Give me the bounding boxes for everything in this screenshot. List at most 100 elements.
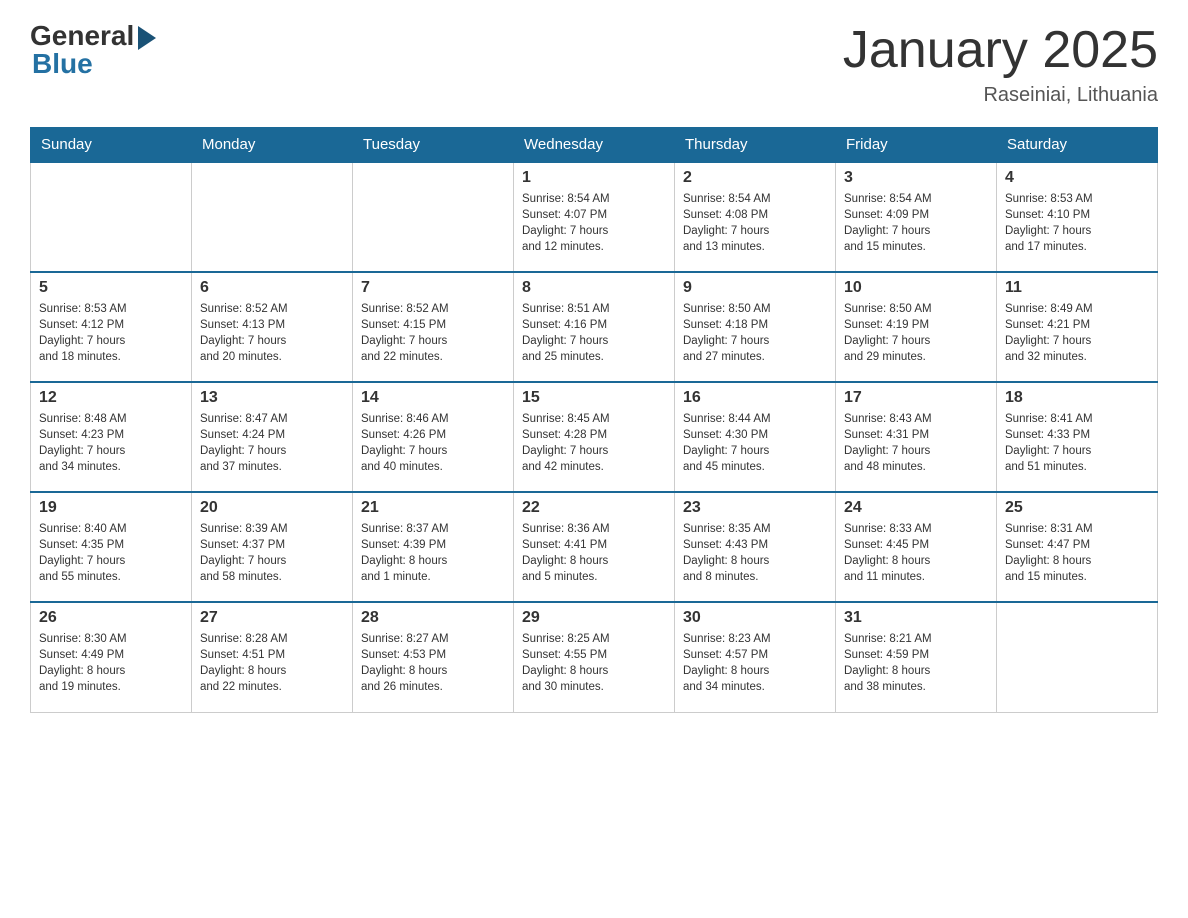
day-number: 18 [1005, 389, 1149, 407]
weekday-header-wednesday: Wednesday [514, 128, 675, 163]
day-number: 25 [1005, 499, 1149, 517]
calendar-cell: 25 Sunrise: 8:31 AMSunset: 4:47 PMDayligh… [997, 492, 1158, 602]
day-info: Sunrise: 8:52 AMSunset: 4:13 PMDaylight:… [200, 301, 344, 365]
day-info: Sunrise: 8:21 AMSunset: 4:59 PMDaylight:… [844, 631, 988, 695]
day-number: 30 [683, 609, 827, 627]
calendar-cell: 8 Sunrise: 8:51 AMSunset: 4:16 PMDaylight… [514, 272, 675, 382]
weekday-header-row: SundayMondayTuesdayWednesdayThursdayFrid… [31, 128, 1158, 163]
day-info: Sunrise: 8:50 AMSunset: 4:19 PMDaylight:… [844, 301, 988, 365]
day-number: 8 [522, 279, 666, 297]
day-number: 24 [844, 499, 988, 517]
day-number: 9 [683, 279, 827, 297]
logo-blue-text: Blue [32, 48, 93, 80]
day-number: 26 [39, 609, 183, 627]
calendar-cell: 21Sunrise: 8:37 AMSunset: 4:39 PMDayligh… [353, 492, 514, 602]
day-number: 27 [200, 609, 344, 627]
weekday-header-tuesday: Tuesday [353, 128, 514, 163]
calendar-cell: 1 Sunrise: 8:54 AMSunset: 4:07 PMDaylight… [514, 162, 675, 272]
weekday-header-friday: Friday [836, 128, 997, 163]
calendar-cell: 29 Sunrise: 8:25 AMSunset: 4:55 PMDayligh… [514, 602, 675, 712]
day-number: 4 [1005, 169, 1149, 187]
logo: General Blue [30, 20, 156, 80]
week-row-5: 26 Sunrise: 8:30 AMSunset: 4:49 PMDayligh… [31, 602, 1158, 712]
day-info: Sunrise: 8:33 AMSunset: 4:45 PMDaylight:… [844, 521, 988, 585]
day-number: 1 [522, 169, 666, 187]
day-info: Sunrise: 8:30 AMSunset: 4:49 PMDaylight:… [39, 631, 183, 695]
week-row-4: 19 Sunrise: 8:40 AMSunset: 4:35 PMDayligh… [31, 492, 1158, 602]
day-number: 7 [361, 279, 505, 297]
day-info: Sunrise: 8:52 AMSunset: 4:15 PMDaylight:… [361, 301, 505, 365]
day-number: 14 [361, 389, 505, 407]
calendar-cell: 18Sunrise: 8:41 AMSunset: 4:33 PMDayligh… [997, 382, 1158, 492]
day-info: Sunrise: 8:35 AMSunset: 4:43 PMDaylight:… [683, 521, 827, 585]
day-info: Sunrise: 8:28 AMSunset: 4:51 PMDaylight:… [200, 631, 344, 695]
calendar-cell: 12 Sunrise: 8:48 AMSunset: 4:23 PMDayligh… [31, 382, 192, 492]
week-row-3: 12 Sunrise: 8:48 AMSunset: 4:23 PMDayligh… [31, 382, 1158, 492]
day-number: 2 [683, 169, 827, 187]
weekday-header-thursday: Thursday [675, 128, 836, 163]
day-info: Sunrise: 8:36 AMSunset: 4:41 PMDaylight:… [522, 521, 666, 585]
day-info: Sunrise: 8:54 AMSunset: 4:07 PMDaylight:… [522, 191, 666, 255]
day-info: Sunrise: 8:49 AMSunset: 4:21 PMDaylight:… [1005, 301, 1149, 365]
month-title: January 2025 [843, 20, 1158, 80]
day-info: Sunrise: 8:47 AMSunset: 4:24 PMDaylight:… [200, 411, 344, 475]
day-number: 16 [683, 389, 827, 407]
location-text: Raseiniai, Lithuania [843, 84, 1158, 107]
day-number: 11 [1005, 279, 1149, 297]
calendar-cell [31, 162, 192, 272]
day-info: Sunrise: 8:39 AMSunset: 4:37 PMDaylight:… [200, 521, 344, 585]
day-info: Sunrise: 8:25 AMSunset: 4:55 PMDaylight:… [522, 631, 666, 695]
day-info: Sunrise: 8:23 AMSunset: 4:57 PMDaylight:… [683, 631, 827, 695]
calendar-cell: 28 Sunrise: 8:27 AMSunset: 4:53 PMDayligh… [353, 602, 514, 712]
day-number: 20 [200, 499, 344, 517]
day-number: 12 [39, 389, 183, 407]
calendar-cell [192, 162, 353, 272]
day-info: Sunrise: 8:53 AMSunset: 4:10 PMDaylight:… [1005, 191, 1149, 255]
day-number: 6 [200, 279, 344, 297]
day-number: 31 [844, 609, 988, 627]
calendar-cell: 15 Sunrise: 8:45 AMSunset: 4:28 PMDayligh… [514, 382, 675, 492]
calendar-cell [353, 162, 514, 272]
calendar-cell: 27 Sunrise: 8:28 AMSunset: 4:51 PMDayligh… [192, 602, 353, 712]
day-number: 22 [522, 499, 666, 517]
calendar-cell: 5Sunrise: 8:53 AMSunset: 4:12 PMDaylight… [31, 272, 192, 382]
calendar-cell: 7 Sunrise: 8:52 AMSunset: 4:15 PMDaylight… [353, 272, 514, 382]
day-info: Sunrise: 8:45 AMSunset: 4:28 PMDaylight:… [522, 411, 666, 475]
day-number: 28 [361, 609, 505, 627]
day-info: Sunrise: 8:43 AMSunset: 4:31 PMDaylight:… [844, 411, 988, 475]
calendar-cell: 16Sunrise: 8:44 AMSunset: 4:30 PMDayligh… [675, 382, 836, 492]
weekday-header-monday: Monday [192, 128, 353, 163]
day-info: Sunrise: 8:27 AMSunset: 4:53 PMDaylight:… [361, 631, 505, 695]
calendar-cell: 22 Sunrise: 8:36 AMSunset: 4:41 PMDayligh… [514, 492, 675, 602]
day-info: Sunrise: 8:37 AMSunset: 4:39 PMDaylight:… [361, 521, 505, 585]
calendar-cell: 17 Sunrise: 8:43 AMSunset: 4:31 PMDayligh… [836, 382, 997, 492]
week-row-1: 1 Sunrise: 8:54 AMSunset: 4:07 PMDaylight… [31, 162, 1158, 272]
day-info: Sunrise: 8:40 AMSunset: 4:35 PMDaylight:… [39, 521, 183, 585]
day-number: 19 [39, 499, 183, 517]
day-info: Sunrise: 8:48 AMSunset: 4:23 PMDaylight:… [39, 411, 183, 475]
calendar-cell: 31 Sunrise: 8:21 AMSunset: 4:59 PMDayligh… [836, 602, 997, 712]
calendar-cell: 3Sunrise: 8:54 AMSunset: 4:09 PMDaylight… [836, 162, 997, 272]
day-number: 10 [844, 279, 988, 297]
day-info: Sunrise: 8:54 AMSunset: 4:08 PMDaylight:… [683, 191, 827, 255]
calendar-cell: 20 Sunrise: 8:39 AMSunset: 4:37 PMDayligh… [192, 492, 353, 602]
day-number: 29 [522, 609, 666, 627]
page-header: General Blue January 2025 Raseiniai, Lit… [30, 20, 1158, 107]
calendar-cell: 10 Sunrise: 8:50 AMSunset: 4:19 PMDayligh… [836, 272, 997, 382]
calendar-cell: 30 Sunrise: 8:23 AMSunset: 4:57 PMDayligh… [675, 602, 836, 712]
weekday-header-saturday: Saturday [997, 128, 1158, 163]
calendar-cell: 23Sunrise: 8:35 AMSunset: 4:43 PMDayligh… [675, 492, 836, 602]
calendar-table: SundayMondayTuesdayWednesdayThursdayFrid… [30, 127, 1158, 713]
day-number: 15 [522, 389, 666, 407]
calendar-cell: 2 Sunrise: 8:54 AMSunset: 4:08 PMDaylight… [675, 162, 836, 272]
calendar-cell: 11 Sunrise: 8:49 AMSunset: 4:21 PMDayligh… [997, 272, 1158, 382]
week-row-2: 5Sunrise: 8:53 AMSunset: 4:12 PMDaylight… [31, 272, 1158, 382]
day-info: Sunrise: 8:31 AMSunset: 4:47 PMDaylight:… [1005, 521, 1149, 585]
day-number: 17 [844, 389, 988, 407]
weekday-header-sunday: Sunday [31, 128, 192, 163]
title-block: January 2025 Raseiniai, Lithuania [843, 20, 1158, 107]
day-info: Sunrise: 8:51 AMSunset: 4:16 PMDaylight:… [522, 301, 666, 365]
calendar-cell: 26 Sunrise: 8:30 AMSunset: 4:49 PMDayligh… [31, 602, 192, 712]
day-info: Sunrise: 8:54 AMSunset: 4:09 PMDaylight:… [844, 191, 988, 255]
day-info: Sunrise: 8:46 AMSunset: 4:26 PMDaylight:… [361, 411, 505, 475]
